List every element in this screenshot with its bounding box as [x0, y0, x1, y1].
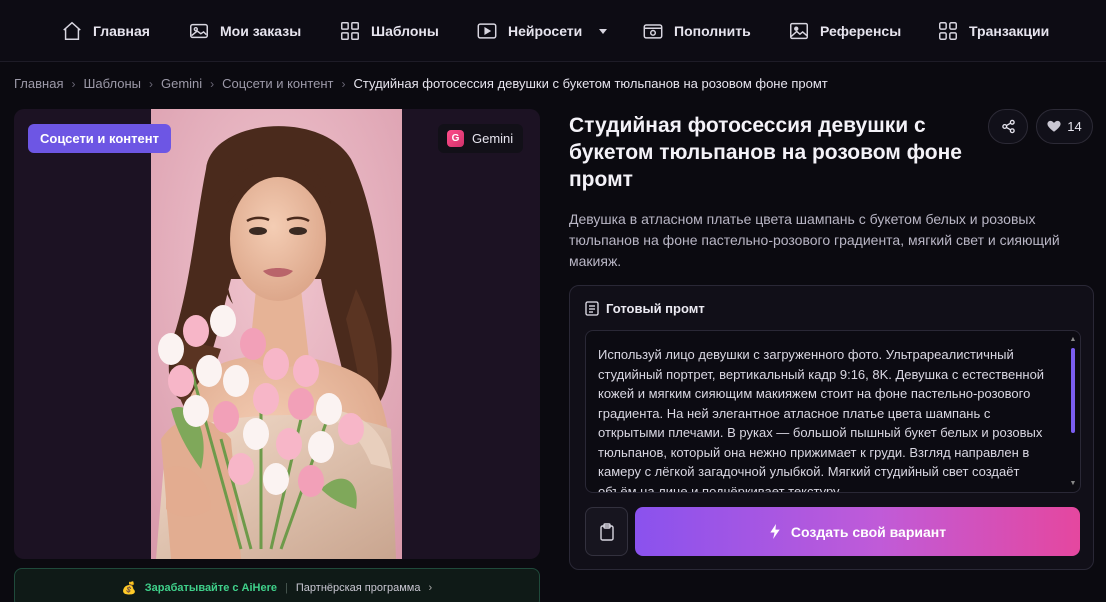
share-button[interactable]: [988, 109, 1028, 144]
prompt-header: Готовый промт: [585, 301, 705, 316]
prompt-textarea[interactable]: Используй лицо девушки с загруженного фо…: [585, 330, 1081, 493]
breadcrumb: Главная › Шаблоны › Gemini › Соцсети и к…: [14, 76, 828, 91]
prompt-scrollbar[interactable]: ▲ ▼: [1069, 336, 1077, 487]
category-badge[interactable]: Соцсети и контент: [28, 124, 171, 153]
page-title: Студийная фотосессия девушки с букетом т…: [569, 114, 962, 191]
nav-item-references[interactable]: Референсы: [788, 18, 901, 44]
nav-item-neural-networks[interactable]: Нейросети: [476, 18, 608, 44]
nav-label: Нейросети: [508, 23, 583, 39]
like-count: 14: [1067, 119, 1082, 134]
chevron-right-icon: ›: [341, 76, 346, 91]
model-badge-label: Gemini: [472, 131, 514, 146]
template-preview-image[interactable]: [151, 109, 402, 559]
prompt-card: Готовый промт Используй лицо девушки с з…: [569, 285, 1094, 570]
gemini-icon: G: [447, 130, 464, 147]
top-navigation: Главная Мои заказы Шаблоны Нейросети Поп…: [0, 0, 1106, 62]
prompt-text: Используй лицо девушки с загруженного фо…: [598, 347, 1045, 493]
image-gallery-icon: [190, 23, 208, 39]
template-description: Девушка в атласном платье цвета шампань …: [569, 211, 1060, 269]
picture-icon: [790, 22, 808, 40]
grid-icon: [939, 22, 957, 40]
copy-prompt-button[interactable]: [585, 507, 628, 556]
nav-item-top-up[interactable]: Пополнить: [642, 18, 751, 44]
nav-label: Главная: [93, 23, 150, 39]
lightning-icon: [770, 524, 780, 539]
scroll-down-icon[interactable]: ▼: [1069, 480, 1077, 487]
breadcrumb-link[interactable]: Главная: [14, 76, 63, 91]
chevron-down-icon: [599, 29, 608, 34]
partner-program-banner[interactable]: 💰 Зарабатывайте с AiHere | Партнёрская п…: [14, 568, 540, 602]
chevron-right-icon: ›: [210, 76, 215, 91]
partner-earn-label: Зарабатывайте с AiHere: [144, 582, 278, 594]
breadcrumb-link[interactable]: Соцсети и контент: [222, 76, 333, 91]
prompt-heading: Готовый промт: [606, 301, 705, 316]
share-icon: [1001, 119, 1015, 134]
scroll-up-icon[interactable]: ▲: [1069, 336, 1077, 343]
nav-item-transactions[interactable]: Транзакции: [937, 18, 1049, 44]
like-button[interactable]: 14: [1036, 109, 1093, 144]
portrait-illustration: [151, 109, 402, 559]
nav-item-home[interactable]: Главная: [61, 18, 150, 44]
partner-program-label: Партнёрская программа: [295, 582, 421, 594]
nav-item-orders[interactable]: Мои заказы: [188, 18, 301, 44]
breadcrumb-link[interactable]: Gemini: [161, 76, 202, 91]
play-icon: [477, 23, 497, 39]
scroll-thumb[interactable]: [1071, 348, 1075, 433]
breadcrumb-link[interactable]: Шаблоны: [83, 76, 141, 91]
home-icon: [63, 21, 81, 40]
breadcrumb-current: Студийная фотосессия девушки с букетом т…: [353, 76, 828, 91]
nav-label: Пополнить: [674, 23, 751, 39]
nav-label: Транзакции: [969, 23, 1050, 39]
chevron-right-icon: ›: [71, 76, 76, 91]
clipboard-icon: [599, 522, 614, 541]
money-bag-icon: 💰: [121, 581, 137, 595]
heart-icon: [1047, 120, 1061, 132]
divider: |: [285, 582, 288, 594]
nav-item-templates[interactable]: Шаблоны: [339, 18, 439, 44]
chevron-right-icon: ›: [428, 582, 433, 594]
chevron-right-icon: ›: [148, 76, 153, 91]
grid-icon: [341, 22, 359, 40]
template-preview-card[interactable]: Соцсети и контент G Gemini: [14, 109, 540, 559]
create-variant-button[interactable]: Создать свой вариант: [635, 507, 1080, 556]
wallet-icon: [643, 24, 663, 39]
create-variant-label: Создать свой вариант: [790, 523, 947, 540]
nav-label: Референсы: [820, 23, 902, 39]
nav-label: Шаблоны: [371, 23, 439, 39]
document-icon: [585, 301, 599, 316]
model-badge: G Gemini: [438, 124, 524, 153]
nav-label: Мои заказы: [220, 23, 302, 39]
